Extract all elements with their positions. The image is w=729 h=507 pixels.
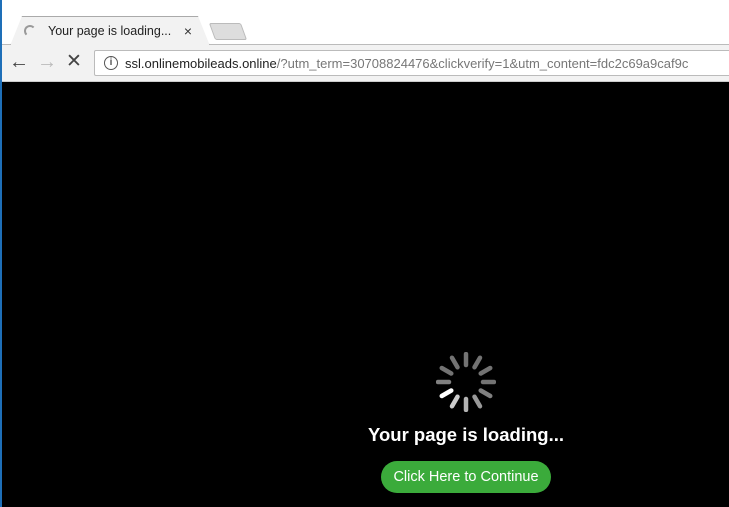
spinner-bar: [439, 365, 454, 376]
spinner-bar: [472, 394, 483, 409]
spinner-bar: [449, 394, 460, 409]
spinner-bar: [439, 388, 454, 399]
url-host: ssl.onlinemobileads.online: [125, 55, 277, 71]
browser-toolbar: ← → ✕ i ssl.onlinemobileads.online /?utm…: [2, 45, 729, 82]
url-path: /?utm_term=30708824476&clickverify=1&utm…: [276, 55, 689, 71]
loading-message: Your page is loading...: [368, 424, 564, 445]
new-tab-button[interactable]: [208, 23, 248, 40]
tab-loading-spinner-icon: [24, 25, 36, 37]
spinner-bar: [472, 355, 483, 370]
tab-title: Your page is loading...: [48, 24, 172, 38]
back-arrow-icon[interactable]: ←: [9, 51, 29, 73]
spinner-bar: [449, 355, 460, 370]
title-bar: Your page is loading... ×: [2, 0, 729, 46]
spinner-bar: [478, 388, 493, 399]
stop-loading-icon[interactable]: ✕: [66, 51, 82, 73]
forward-arrow-icon[interactable]: →: [37, 51, 57, 73]
loading-spinner-icon: [436, 352, 496, 412]
spinner-bar: [478, 365, 493, 376]
address-bar[interactable]: i ssl.onlinemobileads.online /?utm_term=…: [94, 50, 729, 76]
tab-content[interactable]: Your page is loading... ×: [14, 17, 200, 45]
info-icon[interactable]: i: [104, 56, 118, 70]
continue-button[interactable]: Click Here to Continue: [381, 461, 551, 493]
tab-close-icon[interactable]: ×: [184, 23, 192, 39]
